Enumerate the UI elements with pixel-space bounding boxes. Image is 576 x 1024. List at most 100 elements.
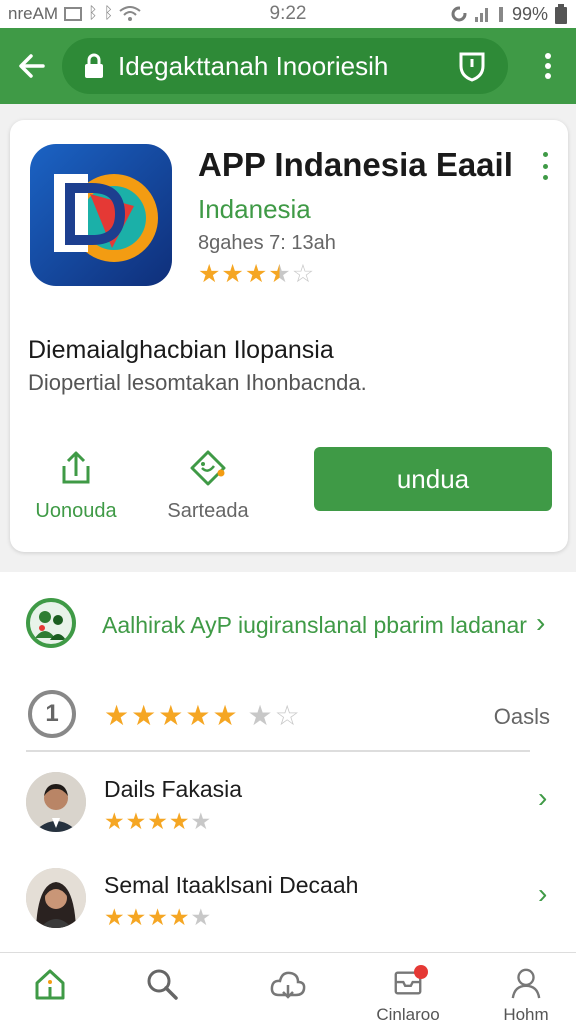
carrier-label: nreAM bbox=[8, 4, 59, 23]
wishlist-button[interactable]: Sarteada bbox=[148, 448, 268, 523]
star-icon: ★ bbox=[221, 260, 244, 288]
star-half-icon: ★ bbox=[268, 260, 291, 288]
star-icon: ★ bbox=[212, 700, 238, 731]
more-menu-button[interactable] bbox=[536, 50, 560, 82]
rating-summary[interactable]: 1 ★ ★ ★ ★ ★ ★ ☆ Oasls bbox=[0, 680, 576, 752]
rating-badge: 1 bbox=[28, 690, 76, 738]
star-icon: ★ bbox=[147, 808, 168, 834]
signal-icon bbox=[474, 8, 488, 22]
more-vert-dot bbox=[542, 163, 548, 169]
share-icon bbox=[62, 451, 90, 484]
card-menu-button[interactable] bbox=[540, 152, 550, 180]
more-vert-dot bbox=[545, 73, 551, 79]
battery-icon bbox=[555, 4, 567, 24]
avatar bbox=[26, 772, 86, 832]
tag-icon bbox=[190, 450, 226, 486]
nav-profile[interactable]: Hohm bbox=[478, 953, 574, 1024]
star-empty-icon: ☆ bbox=[274, 700, 300, 731]
rating-summary-stars: ★ ★ ★ ★ ★ ★ ☆ bbox=[104, 702, 300, 730]
signal-icon bbox=[498, 7, 503, 22]
app-logo-icon bbox=[54, 174, 158, 262]
divider bbox=[26, 750, 530, 752]
share-label: Uonouda bbox=[35, 500, 117, 522]
status-bar: nreAM ᛒ ᛒ 9:22 99% bbox=[0, 0, 576, 28]
search-icon bbox=[147, 969, 178, 1000]
wifi-icon bbox=[119, 6, 141, 21]
star-icon: ★ bbox=[158, 700, 184, 731]
review-stars: ★ ★ ★ ★ ★ bbox=[104, 906, 211, 929]
notification-badge bbox=[414, 965, 428, 979]
shield-button[interactable] bbox=[454, 48, 490, 84]
review-item[interactable]: Semal Itaaklsani Decaah ★ ★ ★ ★ ★ › bbox=[0, 864, 576, 944]
sync-icon bbox=[451, 5, 468, 22]
star-icon: ★ bbox=[198, 260, 221, 288]
top-bar: Idegakttanah Inooriesih bbox=[0, 28, 576, 104]
user-icon bbox=[511, 968, 541, 999]
star-icon: ★ bbox=[125, 904, 147, 930]
star-icon: ★ bbox=[131, 700, 157, 731]
nav-search[interactable] bbox=[114, 953, 210, 1024]
more-vert-icon bbox=[542, 152, 548, 157]
star-icon: ★ bbox=[104, 904, 125, 930]
app-card: APP Indanesia Eaail Indanesia 8gahes 7: … bbox=[10, 120, 568, 552]
star-icon: ★ bbox=[185, 700, 211, 731]
app-icon[interactable] bbox=[30, 144, 172, 286]
ratings-link[interactable]: Oasls bbox=[494, 704, 550, 730]
more-vert-dot bbox=[545, 63, 551, 69]
app-description: Diopertial lesomtakan Ihonbacnda. bbox=[28, 370, 367, 395]
developer-link[interactable]: Indanesia bbox=[198, 194, 311, 225]
cloud-icon bbox=[270, 971, 306, 999]
lock-icon bbox=[85, 53, 103, 78]
details-panel: Aalhirak AyP iugiranslanal pbarim ladana… bbox=[0, 572, 576, 952]
bottom-nav: Cinlaroo Hohm bbox=[0, 952, 576, 1024]
review-stars: ★ ★ ★ ★ ★ bbox=[104, 810, 211, 833]
home-icon bbox=[35, 969, 65, 1000]
star-empty-icon: ★ bbox=[247, 700, 273, 731]
reviewer-photo-icon bbox=[26, 772, 86, 832]
people-icon bbox=[35, 611, 66, 640]
chevron-right-icon: › bbox=[538, 878, 548, 909]
share-button[interactable]: Uonouda bbox=[26, 448, 126, 523]
star-empty-icon: ★ bbox=[190, 808, 212, 834]
app-title: APP Indanesia Eaail bbox=[198, 146, 513, 183]
url-text: Idegakttanah Inooriesih bbox=[118, 50, 389, 81]
avatar bbox=[26, 868, 86, 928]
shield-icon bbox=[459, 52, 485, 82]
more-vert-icon bbox=[545, 53, 551, 59]
url-bar[interactable]: Idegakttanah Inooriesih bbox=[62, 38, 508, 94]
star-icon: ★ bbox=[168, 904, 190, 930]
promo-icon bbox=[26, 598, 76, 648]
promo-row[interactable]: Aalhirak AyP iugiranslanal pbarim ladana… bbox=[0, 592, 576, 660]
reviewer-photo-icon bbox=[26, 868, 86, 928]
nav-cloud[interactable] bbox=[240, 953, 336, 1024]
bluetooth-icon: ᛒ bbox=[103, 5, 114, 22]
back-button[interactable] bbox=[0, 28, 64, 104]
bluetooth-icon: ᛒ bbox=[88, 5, 98, 22]
status-right: 99% bbox=[450, 4, 568, 25]
star-icon: ★ bbox=[244, 260, 268, 288]
app-meta: 8gahes 7: 13ah bbox=[198, 232, 336, 254]
battery-level: 99% bbox=[511, 3, 548, 24]
promo-text: Aalhirak AyP iugiranslanal pbarim ladana… bbox=[102, 612, 527, 638]
screenshot-icon bbox=[64, 7, 83, 21]
more-vert-dot bbox=[542, 175, 548, 180]
review-item[interactable]: Dails Fakasia ★ ★ ★ ★ ★ › bbox=[0, 768, 576, 848]
app-rating-stars: ★ ★ ★ ★ ☆ bbox=[198, 262, 314, 287]
star-empty-icon: ☆ bbox=[291, 260, 315, 288]
install-button[interactable]: undua bbox=[314, 447, 552, 511]
app-description-title: Diemaialghacbian Ilopansia bbox=[28, 336, 334, 364]
nav-inbox-label: Cinlaroo bbox=[376, 1005, 440, 1024]
nav-profile-label: Hohm bbox=[503, 1005, 549, 1024]
chevron-right-icon: › bbox=[536, 607, 546, 638]
reviewer-name: Semal Itaaklsani Decaah bbox=[104, 872, 359, 898]
star-icon: ★ bbox=[147, 904, 168, 930]
star-icon: ★ bbox=[104, 808, 125, 834]
arrow-left-icon bbox=[19, 54, 45, 78]
star-empty-icon: ★ bbox=[190, 904, 212, 930]
star-icon: ★ bbox=[168, 808, 190, 834]
nav-home[interactable] bbox=[2, 953, 98, 1024]
star-icon: ★ bbox=[104, 700, 130, 731]
nav-inbox[interactable]: Cinlaroo bbox=[360, 953, 456, 1024]
status-left: nreAM ᛒ ᛒ bbox=[8, 4, 141, 24]
reviewer-name: Dails Fakasia bbox=[104, 776, 243, 802]
